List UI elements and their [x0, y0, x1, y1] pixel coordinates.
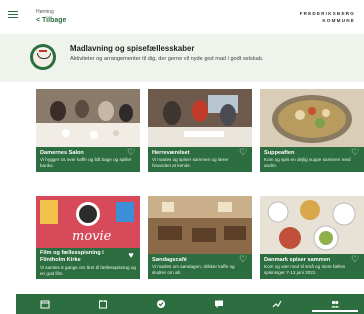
card-title: Damernes Salon: [40, 150, 84, 156]
activity-card[interactable]: movie ♥ Film og fællesspisning i Flintho…: [36, 196, 140, 279]
card-title: Herreværelset: [152, 150, 190, 156]
favorite-heart-icon[interactable]: ♥: [126, 250, 136, 260]
card-image: [260, 89, 364, 147]
activity-card[interactable]: ♡ Søndagscafé Vi mødes om søndagen, drik…: [148, 196, 252, 279]
bottom-nav: [16, 294, 364, 314]
back-link[interactable]: < Tilbage: [36, 17, 66, 24]
nav-item-calendar[interactable]: [74, 294, 132, 314]
card-description: Vi hygger os over kaffe og lidt bage og …: [40, 157, 132, 168]
favorite-heart-icon[interactable]: ♡: [126, 147, 136, 157]
activity-card[interactable]: ♡ Danmark spiser sammen Kom og vær med t…: [260, 196, 364, 279]
nav-item-activity[interactable]: [248, 294, 306, 314]
chat-icon: [215, 300, 223, 308]
brand-logo[interactable]: FREDERIKSBERG KOMMUNE: [300, 10, 355, 24]
nav-item-messages[interactable]: [190, 294, 248, 314]
card-image: movie: [36, 196, 140, 248]
card-image: [148, 89, 252, 147]
card-title: Suppeaften: [264, 150, 295, 156]
card-description: Vi mødes om søndagen, drikker kaffe og s…: [152, 264, 235, 275]
card-title: Film og fællesspisning i Flintholm Kirke: [40, 250, 104, 263]
people-icon: [331, 300, 340, 308]
breadcrumb[interactable]: Hørning: [36, 9, 54, 15]
favorite-heart-icon[interactable]: ♡: [238, 254, 248, 264]
cooking-pot-icon: [30, 44, 56, 70]
menu-icon[interactable]: [8, 11, 18, 18]
card-description: Vi samles 6 gange om året til fællesspis…: [40, 265, 136, 276]
card-description: Kom og vær med til små og store fælles s…: [264, 264, 346, 275]
card-title: Søndagscafé: [152, 257, 187, 263]
nav-item-communities[interactable]: [306, 294, 364, 314]
trend-chart-icon: [272, 300, 282, 308]
activity-card[interactable]: ♡ Herreværelset Vi mødes og spiser samme…: [148, 89, 252, 172]
favorite-heart-icon[interactable]: ♡: [350, 254, 360, 264]
nav-item-signups[interactable]: [132, 294, 190, 314]
brand-line-1: FREDERIKSBERG: [299, 11, 355, 16]
calendar-icon: [99, 300, 107, 309]
activity-card[interactable]: ♡ Damernes Salon Vi hygger os over kaffe…: [36, 89, 140, 172]
svg-text:movie: movie: [72, 229, 112, 244]
category-description: Aktiviteter og arrangementer til dig, de…: [70, 56, 264, 62]
favorite-heart-icon[interactable]: ♡: [238, 147, 248, 157]
nav-item-overview[interactable]: [16, 294, 74, 314]
card-title: Danmark spiser sammen: [264, 257, 331, 263]
brand-line-2: KOMMUNE: [322, 18, 355, 23]
card-image: [148, 196, 252, 254]
activity-card[interactable]: ♡ Suppeaften Kom og spis en dejlig suppe…: [260, 89, 364, 172]
card-image: [36, 89, 140, 147]
favorite-heart-icon[interactable]: ♡: [350, 147, 360, 157]
calendar-grid-icon: [40, 300, 50, 309]
card-image: [260, 196, 364, 254]
check-circle-icon: [157, 300, 165, 308]
card-description: Vi mødes og spiser sammen og lærer hinan…: [152, 157, 229, 168]
top-bar: Hørning < Tilbage FREDERIKSBERG KOMMUNE: [0, 0, 364, 30]
category-title: Madlavning og spisefællesskaber: [70, 44, 195, 53]
card-description: Kom og spis en dejlig suppe sammen med a…: [264, 157, 351, 168]
